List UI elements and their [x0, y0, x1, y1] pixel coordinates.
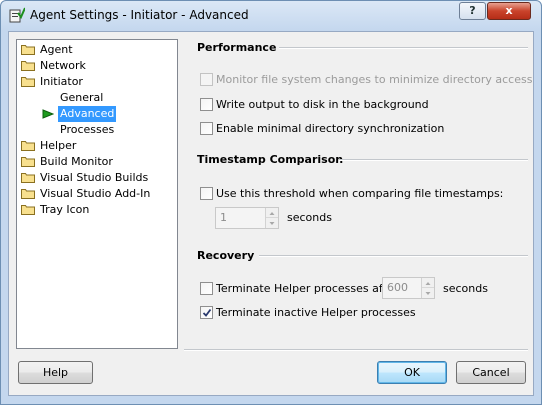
recovery-group-title: Recovery	[197, 249, 255, 262]
threshold-spinner[interactable]: 1	[215, 207, 279, 229]
tree-item-label: Agent	[40, 43, 73, 56]
help-title-button[interactable]: ?	[459, 2, 486, 20]
terminate-after-label: Terminate Helper processes after	[216, 282, 399, 295]
help-button[interactable]: Help	[18, 361, 93, 384]
title-bar[interactable]: Agent Settings - Initiator - Advanced ? …	[1, 1, 541, 31]
spin-up-arrow-icon[interactable]	[422, 278, 434, 288]
spin-down-arrow-icon[interactable]	[266, 218, 278, 228]
terminate-inactive-label: Terminate inactive Helper processes	[216, 306, 416, 319]
close-button[interactable]: x	[487, 2, 531, 20]
folder-icon	[21, 205, 35, 215]
tree-item-tray-icon[interactable]: Tray Icon	[21, 202, 171, 218]
write-output-checkbox[interactable]	[200, 98, 213, 111]
monitor-fs-checkbox[interactable]	[200, 73, 213, 86]
folder-icon	[21, 157, 35, 167]
threshold-checkbox[interactable]	[200, 187, 213, 200]
tree-item-label: Helper	[40, 139, 77, 152]
tree-item-build-monitor[interactable]: Build Monitor	[21, 154, 171, 170]
current-page-arrow-icon	[42, 109, 54, 119]
tree-item-visual-studio-builds[interactable]: Visual Studio Builds	[21, 170, 171, 186]
terminate-after-spinner[interactable]: 600	[382, 277, 435, 299]
threshold-label: Use this threshold when comparing file t…	[216, 187, 504, 200]
tree-item-label: Processes	[60, 123, 115, 136]
spin-down-arrow-icon[interactable]	[422, 288, 434, 298]
folder-icon	[21, 61, 35, 71]
tree-item-label: General	[60, 91, 104, 104]
timestamp-group-title: Timestamp Comparison	[197, 153, 344, 166]
threshold-unit-label: seconds	[287, 211, 332, 224]
write-output-label: Write output to disk in the background	[216, 98, 429, 111]
minimal-sync-checkbox[interactable]	[200, 122, 213, 135]
performance-divider	[279, 47, 528, 49]
tree-item-label: Advanced	[58, 106, 117, 122]
tree-item-label: Build Monitor	[40, 155, 113, 168]
tree-item-helper[interactable]: Helper	[21, 138, 171, 154]
terminate-after-value: 600	[387, 281, 408, 294]
folder-icon	[21, 173, 35, 183]
threshold-value: 1	[220, 211, 227, 224]
tree-item-label: Tray Icon	[40, 203, 90, 216]
spin-up-arrow-icon[interactable]	[266, 208, 278, 218]
tree-item-visual-studio-add-in[interactable]: Visual Studio Add-In	[21, 186, 171, 202]
settings-app-icon	[9, 7, 25, 23]
tree-item-label: Visual Studio Builds	[40, 171, 149, 184]
monitor-fs-label: Monitor file system changes to minimize …	[216, 73, 533, 86]
window-title: Agent Settings - Initiator - Advanced	[30, 8, 249, 22]
timestamp-divider	[339, 159, 528, 161]
settings-tree[interactable]: Agent Network Initiator General Advanced…	[16, 39, 178, 349]
performance-group-title: Performance	[197, 41, 277, 54]
checkmark-icon	[202, 308, 212, 317]
tree-item-advanced[interactable]: Advanced	[37, 106, 167, 122]
minimal-sync-label: Enable minimal directory synchronization	[216, 122, 445, 135]
terminate-inactive-checkbox[interactable]	[200, 306, 213, 319]
tree-item-label: Network	[40, 59, 86, 72]
folder-icon	[21, 45, 35, 55]
threshold-spin-buttons	[265, 208, 278, 228]
tree-item-initiator[interactable]: Initiator	[21, 74, 171, 90]
cancel-button[interactable]: Cancel	[456, 361, 526, 384]
terminate-after-unit-label: seconds	[443, 282, 488, 295]
ok-button[interactable]: OK	[377, 361, 447, 384]
bottom-divider	[184, 349, 528, 351]
tree-item-network[interactable]: Network	[21, 58, 171, 74]
dialog-client-area: Agent Network Initiator General Advanced…	[8, 31, 534, 396]
tree-item-label: Initiator	[40, 75, 83, 88]
tree-item-label: Visual Studio Add-In	[40, 187, 151, 200]
tree-item-general[interactable]: General	[37, 90, 167, 106]
folder-icon	[21, 189, 35, 199]
terminate-after-checkbox[interactable]	[200, 282, 213, 295]
agent-settings-window: Agent Settings - Initiator - Advanced ? …	[0, 0, 542, 405]
folder-icon	[21, 141, 35, 151]
terminate-after-spin-buttons	[421, 278, 434, 298]
tree-item-processes[interactable]: Processes	[37, 122, 167, 138]
folder-open-icon	[21, 77, 35, 87]
recovery-divider	[259, 255, 528, 257]
tree-item-agent[interactable]: Agent	[21, 42, 171, 58]
